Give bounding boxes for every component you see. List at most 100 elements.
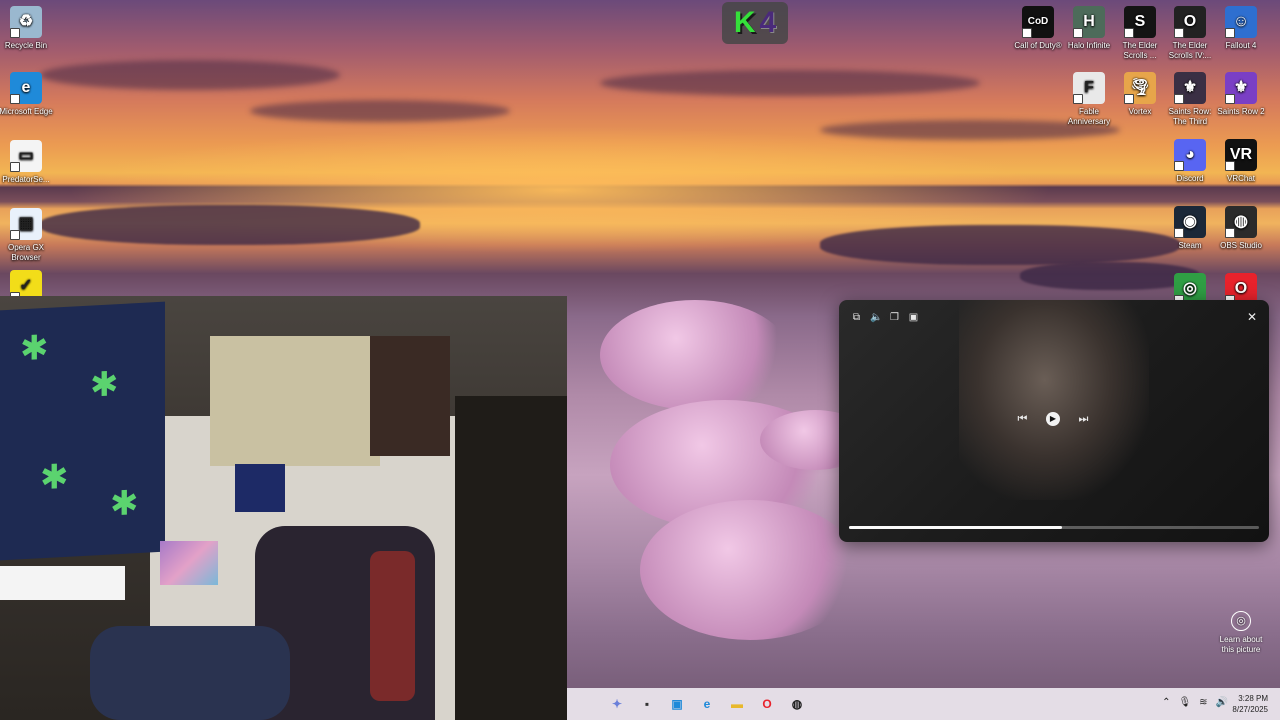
desktop-icon-label: Discord (1176, 174, 1204, 183)
desktop-icon-label: Saints Row: The Third (1168, 107, 1212, 126)
leaf-icon: ✱ (20, 328, 49, 369)
clock-time: 3:28 PM (1238, 694, 1268, 703)
chevron-up-icon[interactable]: ⌃ (1162, 697, 1170, 708)
leaf-icon: ✱ (90, 365, 119, 405)
desktop-icon-label: The Elder Scrolls ... (1122, 41, 1158, 60)
video-frame (959, 300, 1149, 500)
desktop-icon[interactable]: 🌪 Vortex (1112, 72, 1168, 117)
rock-cluster (40, 205, 420, 245)
store-icon[interactable]: ▣ (667, 694, 687, 714)
obs-studio-icon: ◍ (1225, 206, 1257, 238)
edge-taskbar-icon[interactable]: e (697, 694, 717, 714)
learn-about-picture[interactable]: ◎ Learn about this picture (1213, 611, 1269, 655)
logo-letter: K (733, 6, 756, 39)
previous-icon[interactable]: ⏮ (1017, 413, 1028, 425)
rock-cluster (820, 225, 1180, 265)
salt-formation (640, 500, 860, 640)
clock[interactable]: 3:28 PM 8/27/2025 (1232, 693, 1268, 715)
desktop-icon-label: Steam (1178, 241, 1202, 250)
desktop-icon[interactable]: ◉ Steam (1162, 206, 1218, 251)
desktop-icon[interactable]: ▭ PredatorSe... (0, 140, 54, 185)
webcam-tapestry: ✱ ✱ ✱ ✱ (0, 301, 165, 561)
webcam-coat-red (370, 551, 415, 701)
webcam-flag-dark (370, 336, 450, 456)
cloud (250, 100, 510, 122)
close-icon[interactable]: ✕ (1247, 310, 1257, 324)
recycle-bin-icon: ♻ (10, 6, 42, 38)
desktop-icon-label: Opera GX Browser (7, 243, 44, 262)
desktop-icon-label: Recycle Bin (4, 41, 48, 50)
desktop-icon-label: PredatorSe... (2, 175, 50, 184)
desktop-icon-label: Fallout 4 (1225, 41, 1257, 50)
cloud (600, 70, 980, 96)
desktop-icon[interactable]: ◕ Discord (1162, 139, 1218, 184)
desktop-icon-label: Fable Anniversary (1067, 107, 1111, 126)
desktop-icon[interactable]: ☺ Fallout 4 (1213, 6, 1269, 51)
steam-icon: ◉ (1174, 206, 1206, 238)
webcam-bed (90, 626, 290, 720)
media-player[interactable]: ⧉ 🔈 ❐ ▣ ✕ ⏮ ▶ ⏭ (839, 300, 1269, 542)
desktop-icon-label: OBS Studio (1220, 241, 1262, 250)
desktop-icon[interactable]: e Microsoft Edge (0, 72, 54, 117)
widgets-icon[interactable]: ✦ (607, 694, 627, 714)
desktop-icon[interactable]: ♻ Recycle Bin (0, 6, 54, 51)
fallout-4-icon: ☺ (1225, 6, 1257, 38)
desktop-icon-label: Call of Duty® (1014, 41, 1062, 50)
webcam-feed: ✱ ✱ ✱ ✱ (0, 296, 567, 720)
desktop-icon-label: Halo Infinite (1067, 41, 1111, 50)
cast-icon[interactable]: ▣ (908, 312, 919, 323)
desktop-icon[interactable]: ▦ Opera GX Browser (0, 208, 54, 263)
desktop-icon-label: The Elder Scrolls IV:... (1168, 41, 1212, 60)
next-icon[interactable]: ⏭ (1078, 413, 1089, 425)
file-explorer-icon[interactable]: ▬ (727, 694, 747, 714)
play-button[interactable]: ▶ (1046, 412, 1060, 426)
opera-taskbar-icon[interactable]: O (757, 694, 777, 714)
desktop-icon-label: Microsoft Edge (0, 107, 53, 116)
salt-formation (600, 300, 790, 410)
edge-icon: e (10, 72, 42, 104)
player-toolbar: ⧉ 🔈 ❐ ▣ (851, 312, 919, 323)
camera-icon: ◎ (1231, 611, 1251, 631)
desktop-icon-label: VRChat (1226, 174, 1255, 183)
progress-bar[interactable] (849, 526, 1259, 529)
halo-infinite-icon: H (1073, 6, 1105, 38)
wifi-icon[interactable]: ≋ (1199, 697, 1207, 708)
microphone-icon[interactable]: 🎙 (1178, 697, 1191, 708)
obs-taskbar-icon[interactable]: ◍ (787, 694, 807, 714)
oblivion-icon: O (1174, 6, 1206, 38)
progress-fill (849, 526, 1063, 529)
desktop-icon-label: Vortex (1128, 107, 1152, 116)
desktop-icon[interactable]: O The Elder Scrolls IV:... (1162, 6, 1218, 61)
desktop-icon-label: Saints Row 2 (1217, 107, 1265, 116)
file-icon: ▭ (10, 140, 42, 172)
webcam-poster (160, 541, 218, 585)
saints-row-third-icon: ⚜ (1174, 72, 1206, 104)
taskbar-apps: ✦ ▪ ▣ e ▬ O ◍ (607, 694, 807, 714)
desktop-icon[interactable]: VR VRChat (1213, 139, 1269, 184)
logo-number: 4 (759, 6, 777, 39)
desktop-icon[interactable]: H Halo Infinite (1061, 6, 1117, 51)
desktop-icon[interactable]: ◍ OBS Studio (1213, 206, 1269, 251)
taskbar: ✦ ▪ ▣ e ▬ O ◍ ⌃ 🎙 ≋ 🔊 3:28 PM 8/27/2025 (567, 688, 1280, 720)
desktop-icon[interactable]: F Fable Anniversary (1061, 72, 1117, 127)
desktop-icon[interactable]: ⚜ Saints Row: The Third (1162, 72, 1218, 127)
learn-label: Learn about this picture (1219, 635, 1263, 654)
webcam-shirt (235, 464, 285, 512)
clock-date: 8/27/2025 (1232, 705, 1268, 714)
task-view-icon[interactable]: ▪ (637, 694, 657, 714)
volume-tray-icon[interactable]: 🔊 (1216, 697, 1228, 708)
webcam-window (0, 566, 125, 600)
webcam-flag (210, 336, 380, 466)
pip-icon[interactable]: ⧉ (851, 312, 862, 323)
copy-icon[interactable]: ❐ (889, 312, 900, 323)
leaf-icon: ✱ (40, 457, 69, 498)
playback-controls: ⏮ ▶ ⏭ (1017, 412, 1089, 426)
leaf-icon: ✱ (110, 484, 139, 524)
cloud (40, 60, 340, 90)
system-tray: ⌃ 🎙 ≋ 🔊 (1162, 697, 1228, 708)
desktop-icon[interactable]: S The Elder Scrolls ... (1112, 6, 1168, 61)
webcam-door (455, 396, 567, 720)
desktop-icon[interactable]: ⚜ Saints Row 2 (1213, 72, 1269, 117)
volume-icon[interactable]: 🔈 (870, 312, 882, 323)
desktop-icon[interactable]: CoD Call of Duty® (1010, 6, 1066, 51)
